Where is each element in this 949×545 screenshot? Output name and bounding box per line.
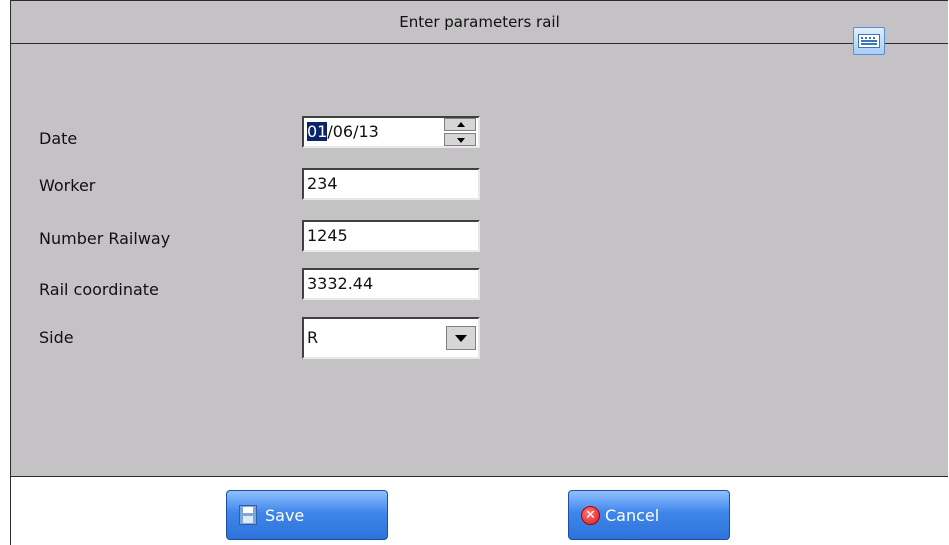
side-select[interactable]: R [302,317,480,359]
side-label: Side [39,328,74,347]
cancel-button[interactable]: ✕ Cancel [568,490,730,540]
parameters-dialog: Enter parameters rail Date 01/06/13 Work… [10,0,948,545]
date-rest: /06/13 [327,122,379,141]
cancel-button-label: Cancel [605,506,660,525]
rail-coordinate-label: Rail coordinate [39,280,159,299]
number-railway-label: Number Railway [39,229,171,248]
rail-coordinate-input[interactable]: 3332.44 [302,268,480,300]
worker-input[interactable]: 234 [302,168,480,200]
date-label: Date [39,129,78,148]
worker-label: Worker [39,176,96,195]
spin-down-arrow-icon[interactable] [444,133,476,146]
cancel-x-icon: ✕ [581,506,600,525]
dropdown-arrow-icon[interactable] [446,326,476,350]
screen: Enter parameters rail Date 01/06/13 Work… [0,0,949,545]
title-bar: Enter parameters rail [11,1,948,44]
keyboard-glyph [858,34,880,48]
date-spinbox[interactable]: 01/06/13 [302,116,480,148]
keyboard-icon[interactable] [853,27,885,55]
floppy-disk-icon [239,505,257,525]
save-button[interactable]: Save [226,490,388,540]
side-selected-value: R [307,328,319,347]
save-button-label: Save [265,506,305,525]
dialog-title: Enter parameters rail [399,13,560,31]
number-railway-input[interactable]: 1245 [302,220,480,252]
date-day-selected: 01 [307,122,328,141]
spin-up-arrow-icon[interactable] [444,118,476,131]
form-panel: Date 01/06/13 Worker 234 Number Railway … [11,44,948,477]
